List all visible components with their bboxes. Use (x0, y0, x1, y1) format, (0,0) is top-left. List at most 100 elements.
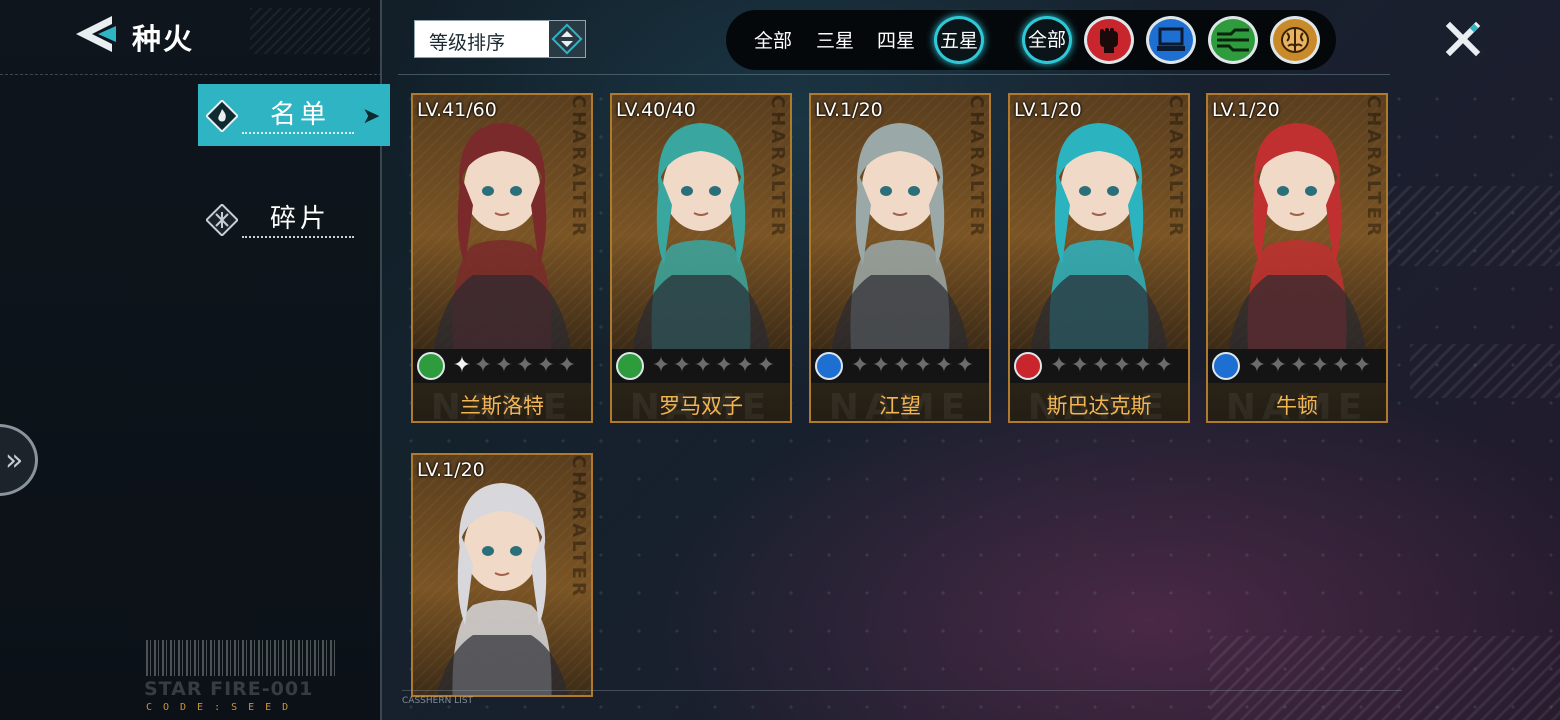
star-rank: ✦ ✦ ✦ ✦ ✦ ✦ (650, 351, 776, 381)
star-rank: ✦ ✦ ✦ ✦ ✦ ✦ (1246, 351, 1372, 381)
circuit-icon (616, 352, 644, 380)
tab-underline (242, 132, 354, 134)
character-portrait: CHARALTER (811, 95, 989, 351)
star-icon: ✦ (850, 353, 870, 378)
brain-icon (1281, 27, 1309, 53)
star-icon: ✦ (672, 353, 692, 378)
star-rank: ✦ ✦ ✦ ✦ ✦ ✦ (849, 351, 975, 381)
filter-star-4[interactable]: 四星 (877, 26, 915, 54)
barcode-decoration (146, 640, 336, 676)
rank-row: ✦ ✦ ✦ ✦ ✦ ✦ (612, 349, 790, 383)
fist-icon (1014, 352, 1042, 380)
star-icon: ✦ (1331, 353, 1351, 378)
character-name: 江望 (879, 394, 921, 418)
top-divider (398, 74, 1390, 75)
star-icon: ✦ (452, 353, 472, 378)
character-card[interactable]: CHARALTER LV.40/40 ✦ ✦ ✦ ✦ ✦ ✦ NAME 罗马双子 (610, 93, 792, 423)
chevron-right-icon: ➤ (362, 104, 381, 129)
level-label: LV.40/40 (616, 99, 696, 121)
star-icon: ✦ (892, 353, 912, 378)
sort-label: 等级排序 (429, 32, 506, 54)
stripe-decoration (1210, 636, 1560, 720)
computer-icon (815, 352, 843, 380)
footer-text: CASSHERN LIST (402, 696, 474, 706)
tab-shards[interactable]: 碎片 (198, 188, 390, 250)
level-label: LV.1/20 (1014, 99, 1082, 121)
star-icon: ✦ (651, 353, 671, 378)
page-title: 种火 (132, 22, 195, 56)
filter-star-3[interactable]: 三星 (816, 26, 854, 54)
tab-underline (242, 236, 354, 238)
stripe-decoration (1380, 186, 1560, 266)
computer-icon (1212, 352, 1240, 380)
card-watermark: CHARALTER (1165, 95, 1186, 239)
left-panel: 种火 名单 ➤ 碎片 STAR FIRE-001 CODE:SEED (0, 0, 390, 720)
back-button[interactable] (72, 14, 120, 54)
double-chevron-right-icon: » (5, 443, 24, 478)
character-name: 兰斯洛特 (460, 394, 544, 418)
star-icon: ✦ (1070, 353, 1090, 378)
card-watermark: CHARALTER (767, 95, 788, 239)
character-name: 牛顿 (1276, 394, 1318, 418)
filter-class-brain[interactable] (1270, 16, 1320, 64)
character-card[interactable]: CHARALTER LV.1/20 ✦ ✦ ✦ ✦ ✦ ✦ NAME 江望 (809, 93, 991, 423)
star-icon: ✦ (1049, 353, 1069, 378)
star-icon: ✦ (1091, 353, 1111, 378)
rank-row: ✦ ✦ ✦ ✦ ✦ ✦ (413, 349, 591, 383)
filter-star-all[interactable]: 全部 (754, 26, 792, 54)
star-icon: ✦ (515, 353, 535, 378)
character-portrait: CHARALTER (1208, 95, 1386, 351)
filter-class-circuit[interactable] (1208, 16, 1258, 64)
stripe-decoration (1410, 344, 1560, 398)
card-watermark: CHARALTER (568, 455, 589, 599)
character-card[interactable]: CHARALTER LV.1/20 ✦ ✦ ✦ ✦ ✦ ✦ NAME 斯巴达克斯 (1008, 93, 1190, 423)
character-card[interactable]: CHARALTER LV.41/60 ✦ ✦ ✦ ✦ ✦ ✦ NAME 兰斯洛特 (411, 93, 593, 423)
character-portrait: CHARALTER (413, 95, 591, 351)
star-rank: ✦ ✦ ✦ ✦ ✦ ✦ (1048, 351, 1174, 381)
star-icon: ✦ (536, 353, 556, 378)
card-watermark: CHARALTER (1363, 95, 1384, 239)
decorative-hatch (250, 8, 370, 54)
character-name: 斯巴达克斯 (1046, 394, 1152, 418)
filter-class-all[interactable]: 全部 (1022, 16, 1072, 64)
sort-dropdown[interactable]: 等级排序 (414, 20, 586, 58)
filter-class-fist[interactable] (1084, 16, 1134, 64)
level-label: LV.1/20 (815, 99, 883, 121)
filter-class-computer[interactable] (1146, 16, 1196, 64)
close-button[interactable] (1442, 18, 1484, 60)
star-icon: ✦ (1289, 353, 1309, 378)
star-icon: ✦ (1310, 353, 1330, 378)
filter-star-5[interactable]: 五星 (934, 16, 984, 64)
footer-divider (402, 690, 1402, 691)
character-name: 罗马双子 (659, 394, 743, 418)
character-portrait: CHARALTER (413, 455, 591, 695)
brand-code: CODE:SEED (146, 702, 300, 713)
star-icon: ✦ (735, 353, 755, 378)
filter-bar: 全部 三星 四星 五星 全部 (726, 10, 1336, 70)
back-arrow-icon (76, 16, 116, 52)
character-card[interactable]: CHARALTER LV.1/20 ✦ ✦ ✦ ✦ ✦ ✦ NAME 牛顿 (1206, 93, 1388, 423)
star-icon: ✦ (714, 353, 734, 378)
character-portrait: CHARALTER (612, 95, 790, 351)
circuit-icon (1217, 28, 1249, 52)
star-icon: ✦ (1247, 353, 1267, 378)
close-icon (1445, 21, 1481, 57)
divider (0, 74, 382, 75)
tab-roster[interactable]: 名单 ➤ (198, 84, 390, 146)
card-watermark: CHARALTER (966, 95, 987, 239)
name-plate: NAME 兰斯洛特 (413, 383, 591, 421)
star-icon: ✦ (913, 353, 933, 378)
computer-icon (1157, 27, 1185, 51)
star-icon: ✦ (955, 353, 975, 378)
character-card[interactable]: CHARALTER LV.1/20 (411, 453, 593, 697)
rank-row: ✦ ✦ ✦ ✦ ✦ ✦ (811, 349, 989, 383)
fist-icon (1100, 28, 1118, 53)
shard-icon (206, 204, 238, 236)
tab-roster-label: 名单 (270, 100, 331, 130)
sort-toggle[interactable] (549, 21, 585, 57)
star-icon: ✦ (1268, 353, 1288, 378)
tab-shards-label: 碎片 (270, 204, 331, 234)
star-icon: ✦ (473, 353, 493, 378)
sort-arrows-icon (551, 23, 583, 55)
star-icon: ✦ (557, 353, 577, 378)
